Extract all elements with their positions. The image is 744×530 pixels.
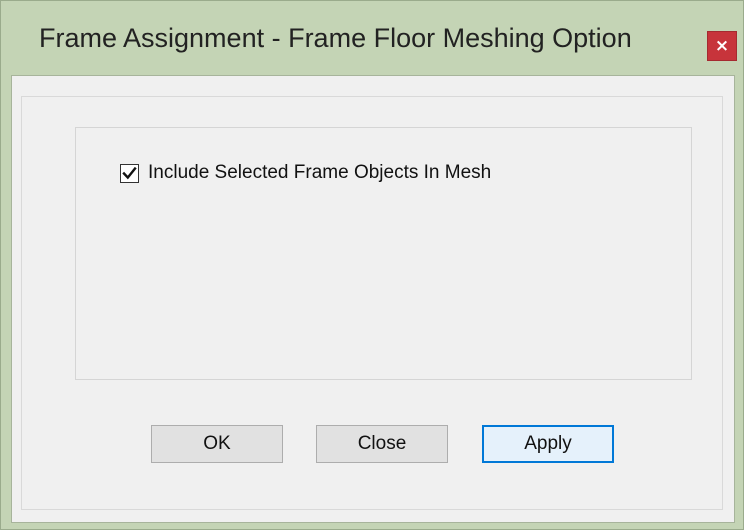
apply-button[interactable]: Apply xyxy=(482,425,614,463)
close-button[interactable]: Close xyxy=(316,425,448,463)
close-icon[interactable]: × xyxy=(707,31,737,61)
include-in-mesh-checkbox[interactable] xyxy=(120,163,139,183)
include-in-mesh-label: Include Selected Frame Objects In Mesh xyxy=(148,162,492,183)
window-title: Frame Assignment - Frame Floor Meshing O… xyxy=(39,23,632,53)
include-in-mesh-option[interactable]: Include Selected Frame Objects In Mesh xyxy=(120,161,491,185)
dialog-body: Include Selected Frame Objects In Mesh O… xyxy=(11,75,735,523)
title-bar[interactable]: Frame Assignment - Frame Floor Meshing O… xyxy=(1,1,743,75)
dialog-window: Frame Assignment - Frame Floor Meshing O… xyxy=(0,0,744,530)
checkmark-icon xyxy=(122,166,137,179)
ok-button[interactable]: OK xyxy=(151,425,283,463)
